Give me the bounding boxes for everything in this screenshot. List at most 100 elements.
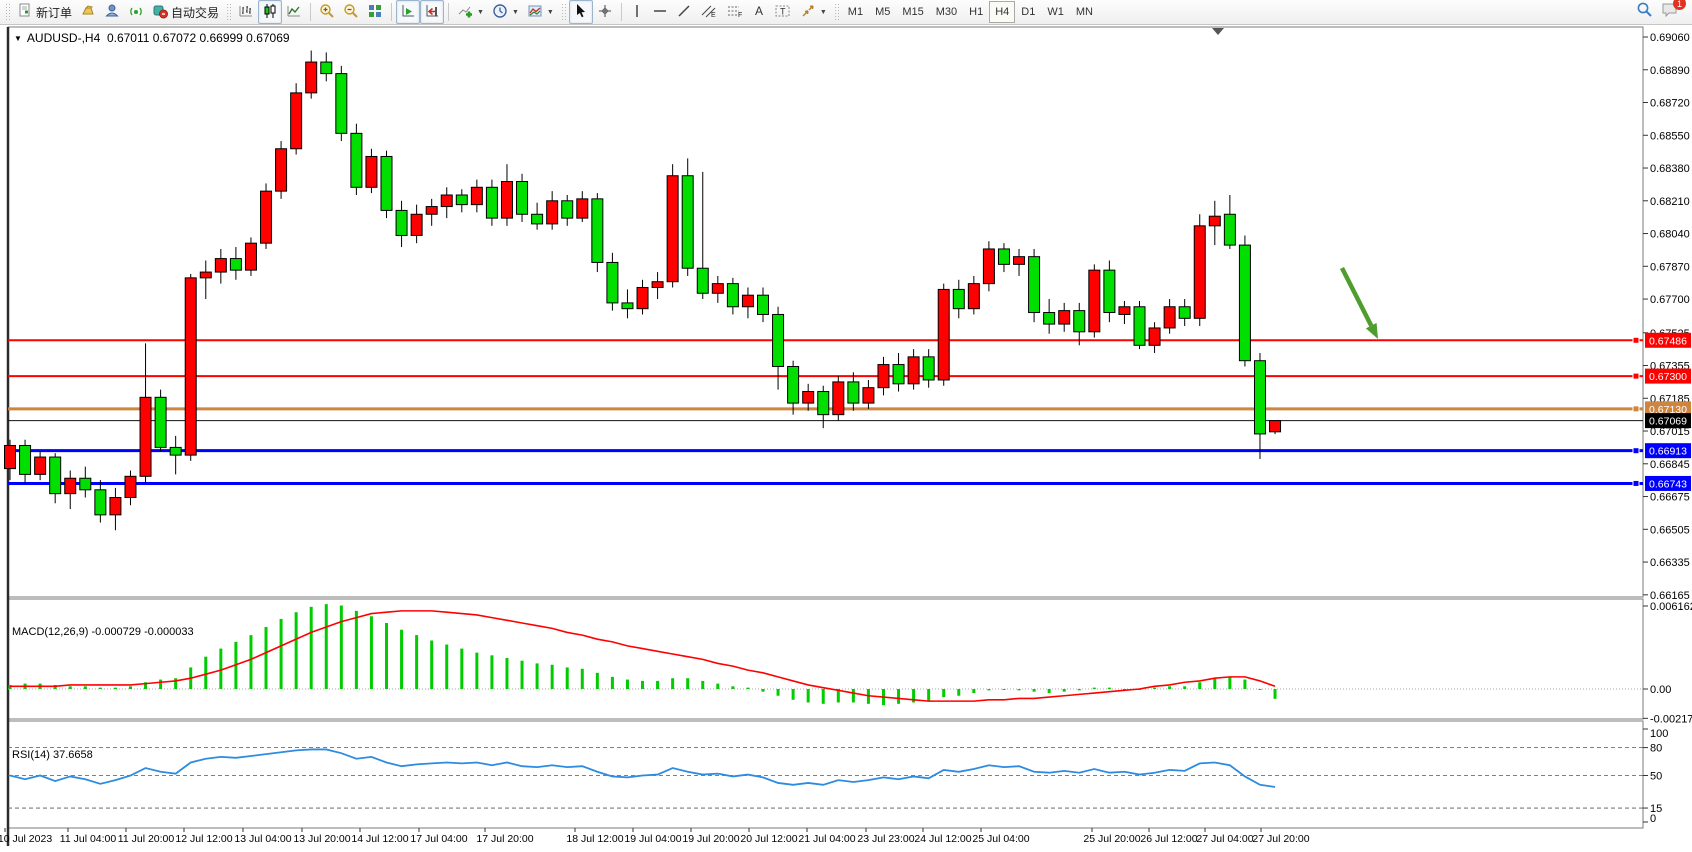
autotrading-icon — [152, 3, 168, 22]
zoom-out-icon — [343, 3, 359, 22]
svg-text:25 Jul 20:00: 25 Jul 20:00 — [1083, 833, 1140, 845]
cursor-button[interactable] — [569, 0, 593, 24]
bar-chart-button[interactable] — [234, 0, 258, 24]
auto-scroll-button[interactable] — [396, 0, 420, 24]
main-toolbar: 新订单 自动交易 — [0, 0, 1692, 25]
text-label-icon: T — [774, 3, 792, 22]
toolbar-grip[interactable] — [5, 3, 10, 21]
svg-text:13 Jul 20:00: 13 Jul 20:00 — [293, 833, 350, 845]
svg-text:E: E — [711, 12, 716, 19]
line-chart-button[interactable] — [282, 0, 306, 24]
trendline-button[interactable] — [672, 0, 696, 24]
clock-icon — [492, 3, 508, 22]
chart-frame — [8, 27, 1643, 846]
tile-windows-button[interactable] — [363, 0, 387, 24]
rsi-indicator-label: RSI(14) 37.6658 — [12, 749, 93, 761]
notification-badge: 1 — [1673, 0, 1686, 10]
arrows-icon — [800, 3, 816, 22]
svg-text:0.67870: 0.67870 — [1650, 261, 1690, 273]
search-icon[interactable] — [1636, 1, 1653, 23]
svg-text:F: F — [738, 12, 742, 19]
community-button[interactable] — [100, 0, 124, 24]
channel-icon: E — [700, 3, 718, 22]
zoom-in-icon — [319, 3, 335, 22]
vertical-line-button[interactable] — [626, 0, 648, 24]
svg-text:0.00: 0.00 — [1650, 684, 1671, 696]
vertical-line-icon — [630, 3, 644, 22]
candlestick-chart-button[interactable] — [258, 0, 282, 24]
svg-text:0.67300: 0.67300 — [1649, 371, 1687, 383]
text-label-button[interactable]: T — [770, 0, 796, 24]
line-chart-icon — [286, 3, 302, 22]
timeframe-h4[interactable]: H4 — [989, 1, 1015, 23]
svg-text:23 Jul 23:00: 23 Jul 23:00 — [857, 833, 914, 845]
svg-text:12 Jul 12:00: 12 Jul 12:00 — [175, 833, 232, 845]
text-icon: A — [752, 3, 766, 22]
toolbar-grip[interactable] — [561, 3, 566, 21]
new-order-icon — [17, 3, 33, 22]
timeframe-m5[interactable]: M5 — [869, 1, 896, 23]
svg-text:0.66743: 0.66743 — [1649, 478, 1687, 490]
indicators-button[interactable]: ▼ — [453, 0, 488, 24]
horizontal-line-icon — [652, 3, 668, 22]
fibonacci-button[interactable]: F — [722, 0, 748, 24]
horizontal-line-button[interactable] — [648, 0, 672, 24]
svg-text:T: T — [780, 6, 786, 16]
svg-text:17 Jul 04:00: 17 Jul 04:00 — [410, 833, 467, 845]
add-indicator-icon — [457, 3, 473, 22]
price-axis[interactable]: 0.690600.688900.687200.685500.683800.682… — [1643, 32, 1690, 602]
toolbar-grip[interactable] — [226, 3, 231, 21]
svg-text:0.68040: 0.68040 — [1650, 229, 1690, 241]
timeframe-d1[interactable]: D1 — [1015, 1, 1041, 23]
dropdown-caret-icon: ▼ — [477, 9, 484, 16]
timeframe-w1[interactable]: W1 — [1041, 1, 1070, 23]
price-chart-canvas[interactable]: 0.690600.688900.687200.685500.683800.682… — [0, 25, 1692, 852]
signal-icon — [128, 3, 144, 22]
crosshair-icon — [597, 3, 613, 22]
autotrading-label: 自动交易 — [171, 4, 219, 21]
crosshair-button[interactable] — [593, 0, 617, 24]
macd-name: MACD(12,26,9) — [12, 626, 88, 638]
svg-text:A: A — [755, 4, 763, 18]
autotrading-button[interactable]: 自动交易 — [148, 0, 223, 24]
auto-scroll-icon — [400, 3, 416, 22]
svg-text:0.66505: 0.66505 — [1650, 524, 1690, 536]
rsi-name: RSI(14) — [12, 749, 50, 761]
templates-button[interactable]: ▼ — [523, 0, 558, 24]
timeframe-mn[interactable]: MN — [1070, 1, 1099, 23]
notifications-button[interactable]: 1 — [1661, 1, 1680, 23]
timeframe-m15[interactable]: M15 — [896, 1, 929, 23]
signals-button[interactable] — [124, 0, 148, 24]
text-button[interactable]: A — [748, 0, 770, 24]
svg-text:0.66335: 0.66335 — [1650, 557, 1690, 569]
fibonacci-icon: F — [726, 3, 744, 22]
svg-text:0.67069: 0.67069 — [1649, 416, 1687, 428]
ohlc-values: 0.67011 0.67072 0.66999 0.67069 — [107, 31, 290, 45]
symbol-title: AUDUSD-,H4 — [27, 31, 100, 45]
new-order-button[interactable]: 新订单 — [13, 0, 76, 24]
timeframe-m1[interactable]: M1 — [842, 1, 869, 23]
toolbar-grip[interactable] — [834, 3, 839, 21]
svg-text:11 Jul 04:00: 11 Jul 04:00 — [60, 833, 117, 845]
svg-text:21 Jul 04:00: 21 Jul 04:00 — [798, 833, 855, 845]
svg-text:27 Jul 20:00: 27 Jul 20:00 — [1252, 833, 1309, 845]
svg-text:0.66913: 0.66913 — [1649, 446, 1687, 458]
svg-text:0.68550: 0.68550 — [1650, 130, 1690, 142]
zoom-in-button[interactable] — [315, 0, 339, 24]
svg-text:14 Jul 12:00: 14 Jul 12:00 — [351, 833, 408, 845]
chart-shift-button[interactable] — [420, 0, 444, 24]
svg-text:0.69060: 0.69060 — [1650, 32, 1690, 44]
candlestick-icon — [262, 3, 278, 22]
collapse-triangle-icon[interactable]: ▼ — [14, 34, 22, 43]
timeframe-h1[interactable]: H1 — [963, 1, 989, 23]
chart-shift-icon — [424, 3, 440, 22]
arrows-button[interactable]: ▼ — [796, 0, 831, 24]
zoom-out-button[interactable] — [339, 0, 363, 24]
market-watch-button[interactable] — [76, 0, 100, 24]
timeframe-m30[interactable]: M30 — [930, 1, 963, 23]
svg-text:13 Jul 04:00: 13 Jul 04:00 — [234, 833, 291, 845]
time-axis[interactable]: 10 Jul 202311 Jul 04:0011 Jul 20:0012 Ju… — [0, 828, 1310, 845]
periods-button[interactable]: ▼ — [488, 0, 523, 24]
bar-chart-icon — [238, 3, 254, 22]
equidistant-channel-button[interactable]: E — [696, 0, 722, 24]
